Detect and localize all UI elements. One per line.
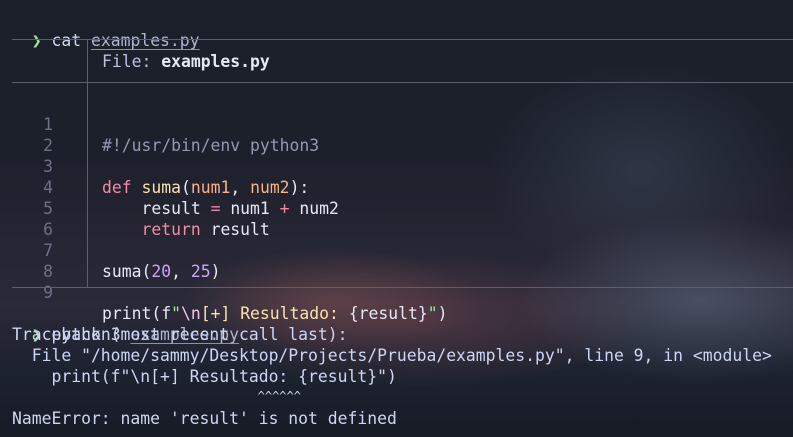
code-line: 3 def suma(num1, num2): [0,135,793,197]
code-line: 8 [0,240,793,281]
bat-file-header: File: examples.py [102,51,270,72]
error-message: NameError: name 'result' is not defined [12,409,397,428]
file-name: examples.py [161,52,270,71]
bat-bottom-border [12,287,793,288]
code-line: 5 return result [0,177,793,239]
code-line: 2 [0,114,793,155]
code-line: 1 #!/usr/bin/env python3 [0,93,793,155]
bat-top-border [12,39,793,40]
traceback-file-line: File "/home/sammy/Desktop/Projects/Prueb… [12,346,772,365]
code-line: 6 [0,198,793,239]
line-number: 9 [43,283,53,302]
file-argument[interactable]: examples.py [91,31,200,50]
traceback-caret-line: ^^^^^^ [12,389,301,403]
file-label: File: [102,52,162,71]
traceback-header: Traceback (most recent call last): [12,325,348,344]
bat-header-border [12,82,793,83]
code-line: 4 result = num1 + num2 [0,156,793,218]
prompt-line-python: ❯ python3 examples.py [12,303,239,344]
prompt-arrow-icon: ❯ [31,31,42,50]
prompt-line-cat: ❯ cat examples.py [12,9,200,50]
code-line: 7 suma(20, 25) [0,219,793,281]
code-line: 9 print(f"\n[+] Resultado: {result}") [0,261,793,323]
traceback-source-line: print(f"\n[+] Resultado: {result}") [12,367,397,386]
bat-header-separator [87,40,88,82]
command-name: cat [51,31,82,50]
